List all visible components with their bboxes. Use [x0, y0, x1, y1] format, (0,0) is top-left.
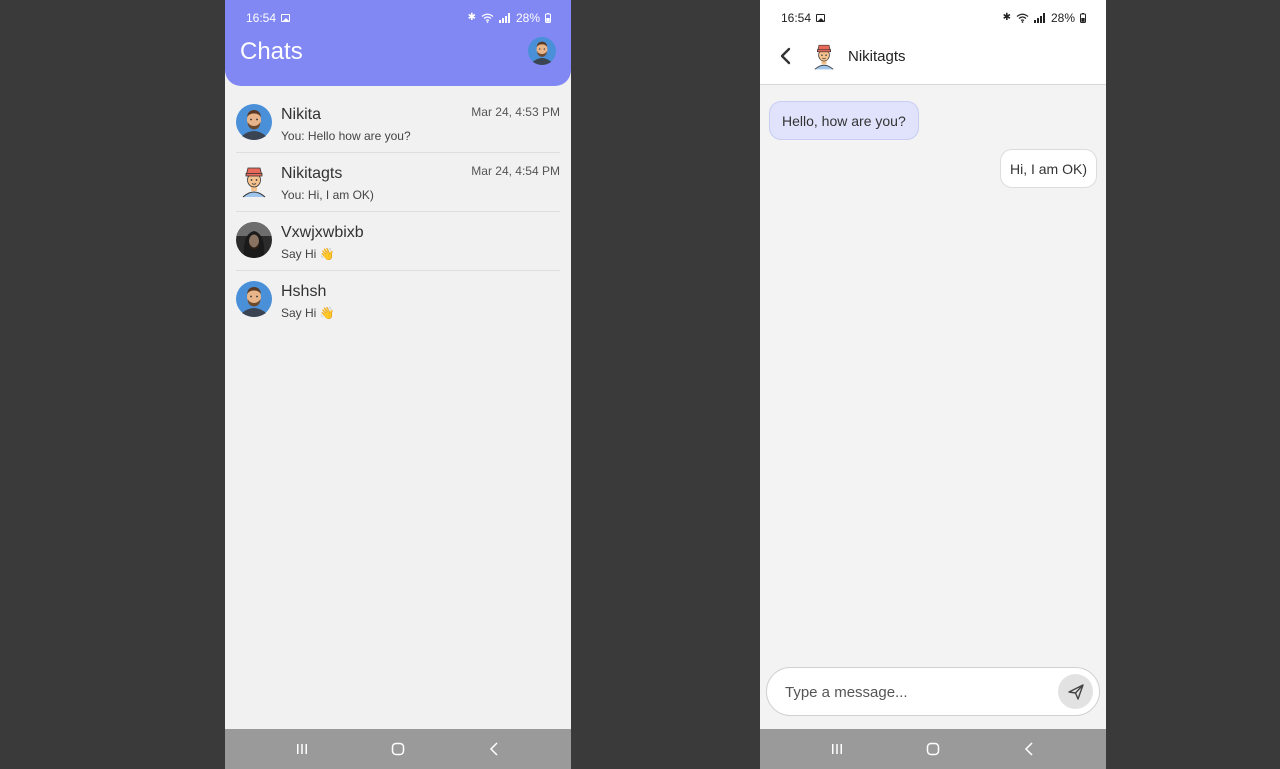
chat-list: Nikita You: Hello how are you? Mar 24, 4… [225, 94, 571, 329]
chats-header: 16:54 ✱ 28% Chats [225, 0, 571, 86]
home-button[interactable] [390, 741, 406, 757]
recent-apps-icon [297, 744, 307, 754]
back-arrow-icon[interactable] [778, 46, 794, 66]
battery-icon [1080, 13, 1086, 23]
man-avatar-icon [236, 281, 272, 317]
incoming-message: Hello, how are you? [769, 101, 919, 140]
chat-name: Nikita [281, 106, 322, 123]
chat-list-item[interactable]: Vxwjxwbixb Say Hi 👋 [236, 212, 560, 271]
status-bar: 16:54 ✱ 28% [225, 0, 571, 36]
chat-preview: You: Hi, I am OK) [281, 188, 374, 202]
contact-name: Nikitagts [848, 48, 906, 65]
cap-avatar-icon [242, 167, 266, 198]
battery-percent: 28% [515, 11, 540, 25]
home-button[interactable] [925, 741, 941, 757]
signal-icon [1033, 13, 1045, 23]
signal-icon [498, 13, 510, 23]
battery-percent: 28% [1050, 11, 1075, 25]
wifi-icon [481, 13, 494, 23]
navigation-bar [760, 729, 1106, 769]
chats-screen: 16:54 ✱ 28% Chats Nikita You: Hello how … [225, 0, 571, 769]
chat-name: Hshsh [281, 283, 327, 300]
status-time: 16:54 [246, 11, 277, 25]
chat-preview: You: Hello how are you? [281, 129, 411, 143]
navigation-bar [225, 729, 571, 769]
chat-time: Mar 24, 4:54 PM [471, 164, 560, 178]
chat-list-item[interactable]: Hshsh Say Hi 👋 [236, 271, 560, 329]
bluetooth-icon: ✱ [467, 12, 476, 23]
profile-avatar-icon[interactable] [528, 37, 556, 65]
battery-icon [545, 13, 551, 23]
chat-preview: Say Hi 👋 [281, 306, 335, 320]
send-button[interactable] [1058, 674, 1093, 709]
back-nav-button[interactable] [1021, 741, 1037, 757]
back-nav-button[interactable] [486, 741, 502, 757]
chat-name: Vxwjxwbixb [281, 224, 364, 241]
recent-apps-button[interactable] [829, 741, 845, 757]
cap-avatar-icon [814, 44, 834, 70]
home-icon [926, 742, 940, 756]
home-icon [391, 742, 405, 756]
message-composer [766, 667, 1100, 717]
wifi-icon [1016, 13, 1029, 23]
chat-preview: Say Hi 👋 [281, 247, 335, 261]
status-bar: 16:54 ✱ 28% [760, 0, 1106, 36]
recent-apps-button[interactable] [294, 741, 310, 757]
man-avatar-icon [236, 104, 272, 140]
chat-time: Mar 24, 4:53 PM [471, 105, 560, 119]
photo-avatar [236, 222, 272, 258]
gallery-notification-icon [281, 14, 291, 22]
back-icon [1024, 742, 1033, 756]
chat-list-item[interactable]: Nikitagts You: Hi, I am OK) Mar 24, 4:54… [236, 153, 560, 212]
gallery-notification-icon [816, 14, 826, 22]
message-input[interactable] [783, 668, 1047, 717]
send-icon [1067, 683, 1084, 700]
status-time: 16:54 [781, 11, 812, 25]
recent-apps-icon [832, 744, 842, 754]
chat-name: Nikitagts [281, 165, 343, 182]
outgoing-message: Hi, I am OK) [999, 149, 1097, 188]
bluetooth-icon: ✱ [1002, 12, 1011, 23]
conversation-screen: 16:54 ✱ 28% Nikitagts Hello, how are you… [760, 0, 1106, 769]
conversation-header: 16:54 ✱ 28% Nikitagts [760, 0, 1106, 85]
page-title: Chats [240, 38, 303, 65]
chat-list-item[interactable]: Nikita You: Hello how are you? Mar 24, 4… [236, 94, 560, 153]
back-icon [489, 742, 498, 756]
